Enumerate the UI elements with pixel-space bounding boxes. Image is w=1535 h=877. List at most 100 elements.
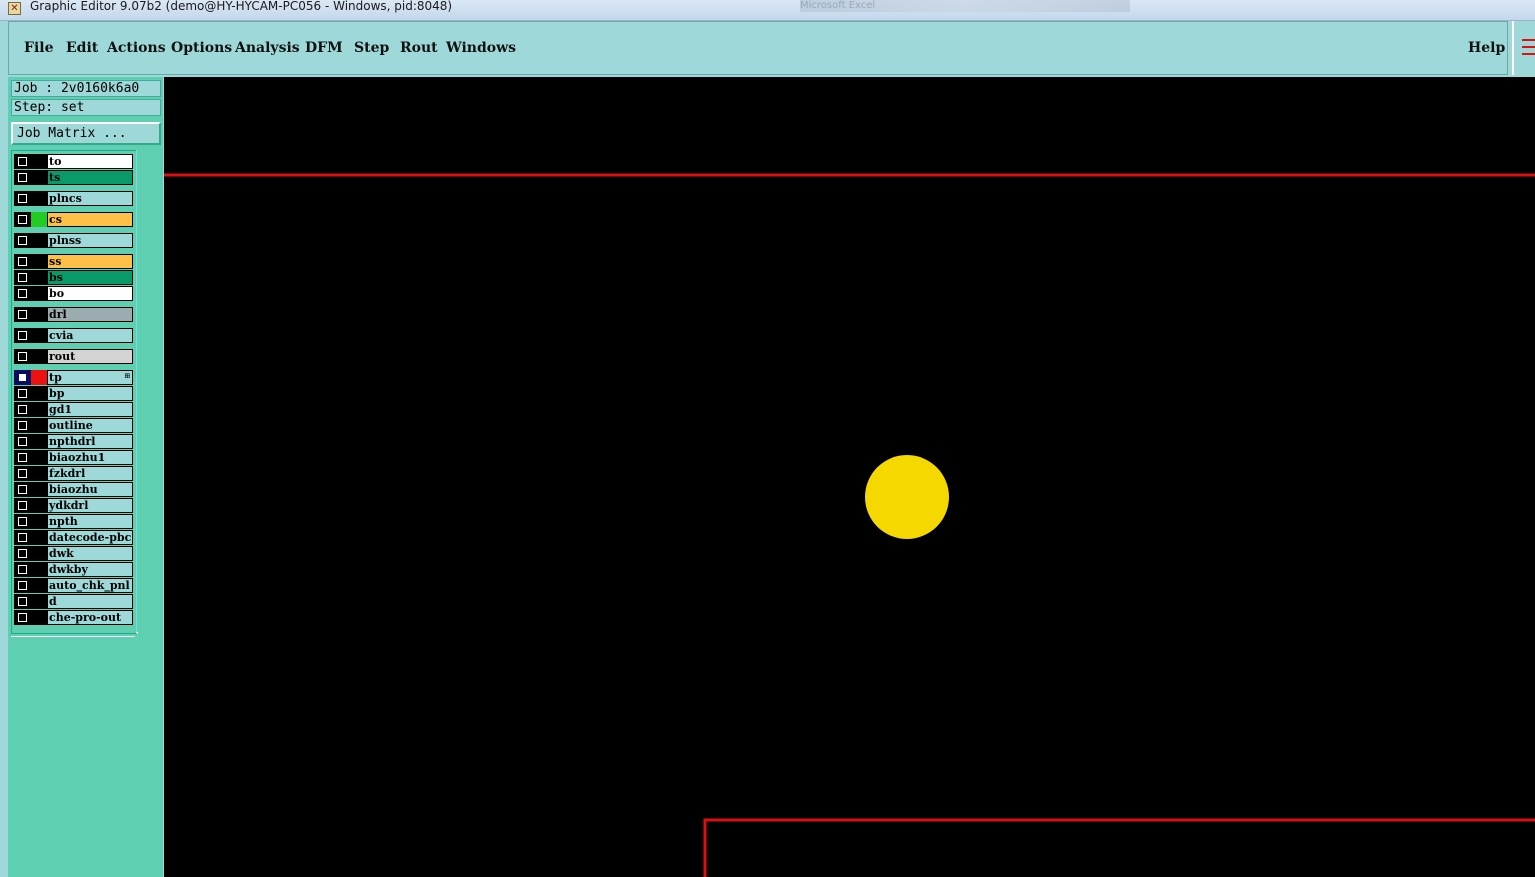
layer-checkbox[interactable]	[14, 370, 31, 385]
layer-name[interactable]: d	[47, 594, 133, 609]
layer-list-scrollbar[interactable]	[136, 150, 163, 632]
layer-row-npth[interactable]: npth	[14, 514, 133, 529]
layer-name[interactable]: auto_chk_pnl	[47, 578, 133, 593]
layer-color-swatch[interactable]	[31, 370, 47, 385]
layer-color-swatch[interactable]	[31, 402, 47, 417]
layer-checkbox[interactable]	[14, 191, 31, 206]
layer-checkbox[interactable]	[14, 328, 31, 343]
graphic-canvas[interactable]	[164, 77, 1535, 877]
menu-file[interactable]: File	[24, 40, 53, 56]
yellow-pad[interactable]	[865, 455, 949, 539]
layer-color-swatch[interactable]	[31, 233, 47, 248]
layer-checkbox[interactable]	[14, 530, 31, 545]
layer-color-swatch[interactable]	[31, 307, 47, 322]
layer-row-ydkdrl[interactable]: ydkdrl	[14, 498, 133, 513]
layer-checkbox[interactable]	[14, 286, 31, 301]
layer-row-tp[interactable]: tp ⊞	[14, 370, 133, 385]
layer-name[interactable]: cs	[47, 212, 133, 227]
layer-name[interactable]: outline	[47, 418, 133, 433]
layer-row-gd1[interactable]: gd1	[14, 402, 133, 417]
layer-color-swatch[interactable]	[31, 418, 47, 433]
layer-name[interactable]: cvia	[47, 328, 133, 343]
layer-color-swatch[interactable]	[31, 562, 47, 577]
layer-name[interactable]: dwkby	[47, 562, 133, 577]
layer-row-biaozhu1[interactable]: biaozhu1	[14, 450, 133, 465]
layer-color-swatch[interactable]	[31, 254, 47, 269]
layer-color-swatch[interactable]	[31, 498, 47, 513]
layer-row-auto_chk_pnl[interactable]: auto_chk_pnl	[14, 578, 133, 593]
layer-checkbox[interactable]	[14, 307, 31, 322]
layer-name[interactable]: bo	[47, 286, 133, 301]
layer-checkbox[interactable]	[14, 578, 31, 593]
layer-color-swatch[interactable]	[31, 594, 47, 609]
layer-color-swatch[interactable]	[31, 328, 47, 343]
layer-name[interactable]: tp	[47, 370, 133, 385]
layer-checkbox[interactable]	[14, 170, 31, 185]
toolbar-menu-icon[interactable]	[1512, 21, 1535, 75]
layer-row-ts[interactable]: ts	[14, 170, 133, 185]
layer-row-bp[interactable]: bp	[14, 386, 133, 401]
layer-color-swatch[interactable]	[31, 154, 47, 169]
layer-row-cvia[interactable]: cvia	[14, 328, 133, 343]
layer-checkbox[interactable]	[14, 514, 31, 529]
layer-row-npthdrl[interactable]: npthdrl	[14, 434, 133, 449]
layer-row-rout[interactable]: rout	[14, 349, 133, 364]
layer-row-outline[interactable]: outline	[14, 418, 133, 433]
layer-checkbox[interactable]	[14, 434, 31, 449]
layer-checkbox[interactable]	[14, 233, 31, 248]
layer-name[interactable]: ss	[47, 254, 133, 269]
layer-checkbox[interactable]	[14, 349, 31, 364]
layer-row-fzkdrl[interactable]: fzkdrl	[14, 466, 133, 481]
layer-color-swatch[interactable]	[31, 450, 47, 465]
layer-checkbox[interactable]	[14, 154, 31, 169]
layer-checkbox[interactable]	[14, 546, 31, 561]
layer-checkbox[interactable]	[14, 482, 31, 497]
menu-actions[interactable]: Actions	[107, 40, 166, 56]
layer-row-bo[interactable]: bo	[14, 286, 133, 301]
layer-color-swatch[interactable]	[31, 514, 47, 529]
layer-name[interactable]: fzkdrl	[47, 466, 133, 481]
menu-rout[interactable]: Rout	[400, 40, 438, 56]
layer-checkbox[interactable]	[14, 466, 31, 481]
layer-checkbox[interactable]	[14, 450, 31, 465]
layer-color-swatch[interactable]	[31, 386, 47, 401]
layer-name[interactable]: plnss	[47, 233, 133, 248]
layer-checkbox[interactable]	[14, 594, 31, 609]
layer-name[interactable]: dwk	[47, 546, 133, 561]
layer-color-swatch[interactable]	[31, 191, 47, 206]
menu-windows[interactable]: Windows	[446, 40, 516, 56]
layer-color-swatch[interactable]	[31, 212, 47, 227]
layer-color-swatch[interactable]	[31, 530, 47, 545]
layer-row-d[interactable]: d	[14, 594, 133, 609]
layer-checkbox[interactable]	[14, 270, 31, 285]
layer-row-biaozhu[interactable]: biaozhu	[14, 482, 133, 497]
layer-name[interactable]: ts	[47, 170, 133, 185]
layer-name[interactable]: npthdrl	[47, 434, 133, 449]
layer-name[interactable]: ydkdrl	[47, 498, 133, 513]
layer-color-swatch[interactable]	[31, 349, 47, 364]
menu-help[interactable]: Help	[1468, 40, 1505, 56]
layer-checkbox[interactable]	[14, 402, 31, 417]
menu-options[interactable]: Options	[171, 40, 232, 56]
layer-row-plnss[interactable]: plnss	[14, 233, 133, 248]
layer-name[interactable]: npth	[47, 514, 133, 529]
layer-row-datecode-pbc[interactable]: datecode-pbc	[14, 530, 133, 545]
layer-color-swatch[interactable]	[31, 578, 47, 593]
layer-checkbox[interactable]	[14, 212, 31, 227]
layer-row-drl[interactable]: drl	[14, 307, 133, 322]
layer-row-dwkby[interactable]: dwkby	[14, 562, 133, 577]
layer-row-plncs[interactable]: plncs	[14, 191, 133, 206]
layer-name[interactable]: datecode-pbc	[47, 530, 133, 545]
layer-name[interactable]: bs	[47, 270, 133, 285]
layer-color-swatch[interactable]	[31, 610, 47, 625]
menu-dfm[interactable]: DFM	[305, 40, 343, 56]
layer-name[interactable]: plncs	[47, 191, 133, 206]
layer-checkbox[interactable]	[14, 610, 31, 625]
menu-step[interactable]: Step	[354, 40, 389, 56]
layer-row-bs[interactable]: bs	[14, 270, 133, 285]
layer-name[interactable]: rout	[47, 349, 133, 364]
layer-color-swatch[interactable]	[31, 286, 47, 301]
layer-color-swatch[interactable]	[31, 482, 47, 497]
layer-name[interactable]: biaozhu	[47, 482, 133, 497]
layer-checkbox[interactable]	[14, 562, 31, 577]
